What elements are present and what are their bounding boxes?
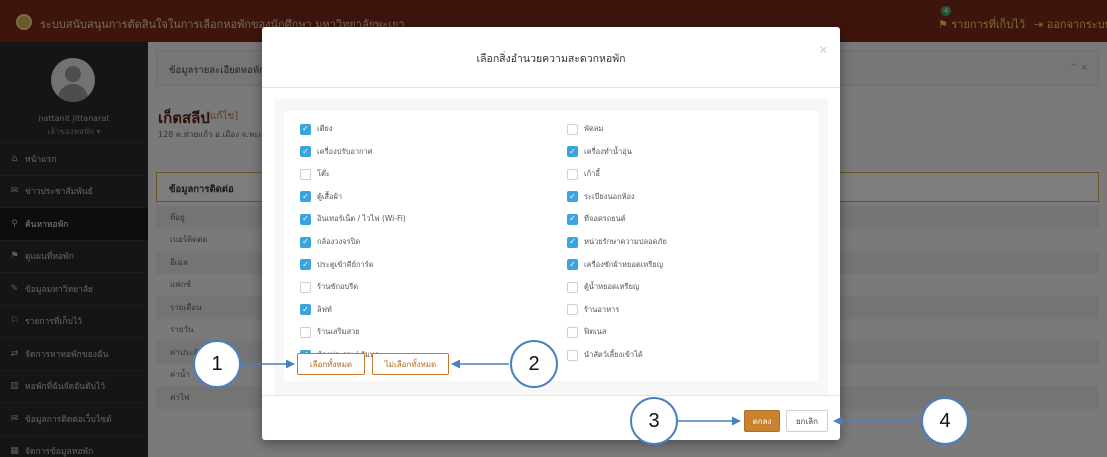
callout-marker-2: 2 <box>510 340 558 388</box>
callout-marker-4: 4 <box>921 397 969 445</box>
callout-arrows <box>241 359 920 426</box>
callout-marker-1: 1 <box>193 340 241 388</box>
callout-marker-3: 3 <box>630 397 678 445</box>
